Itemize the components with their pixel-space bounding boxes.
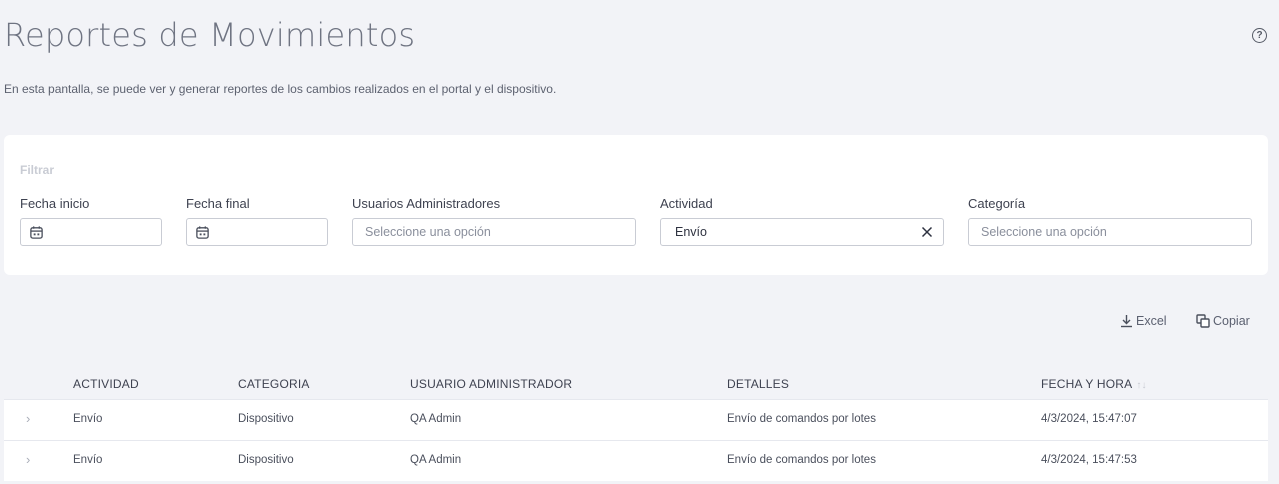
export-excel-button[interactable]: Excel	[1120, 314, 1167, 328]
start-date-input[interactable]	[20, 218, 162, 246]
column-header-details[interactable]: DETALLES	[727, 377, 789, 391]
admin-users-select[interactable]: Seleccione una opción	[352, 218, 636, 246]
copy-button[interactable]: Copiar	[1196, 314, 1250, 328]
copy-label: Copiar	[1213, 314, 1250, 328]
start-date-label: Fecha inicio	[20, 196, 90, 211]
calendar-icon	[196, 225, 209, 239]
download-icon	[1121, 315, 1132, 328]
cell-activity: Envío	[73, 413, 103, 425]
help-icon[interactable]: ?	[1252, 28, 1267, 43]
column-header-datetime-label: FECHA Y HORA	[1041, 377, 1133, 391]
page-description: En esta pantalla, se puede ver y generar…	[4, 82, 557, 96]
admin-users-label: Usuarios Administradores	[352, 196, 501, 211]
calendar-icon	[30, 225, 43, 239]
activity-label: Actividad	[660, 196, 713, 211]
cell-datetime: 4/3/2024, 15:47:53	[1041, 454, 1137, 466]
activity-field: Actividad Envío	[660, 196, 944, 246]
category-placeholder: Seleccione una opción	[981, 225, 1107, 239]
cell-details: Envío de comandos por lotes	[727, 413, 876, 425]
column-header-datetime[interactable]: FECHA Y HORA ↑↓	[1041, 377, 1147, 391]
sort-icon[interactable]: ↑↓	[1136, 380, 1146, 391]
cell-datetime: 4/3/2024, 15:47:07	[1041, 413, 1137, 425]
activity-value: Envío	[675, 225, 707, 239]
table-row[interactable]: › Envío Dispositivo QA Admin Envío de co…	[4, 399, 1268, 440]
end-date-field: Fecha final	[186, 196, 328, 246]
category-field: Categoría Seleccione una opción	[968, 196, 1252, 246]
cell-category: Dispositivo	[238, 413, 294, 425]
column-header-activity[interactable]: ACTIVIDAD	[73, 377, 139, 391]
start-date-field: Fecha inicio	[20, 196, 162, 246]
end-date-input[interactable]	[186, 218, 328, 246]
cell-details: Envío de comandos por lotes	[727, 454, 876, 466]
expand-row-icon[interactable]: ›	[26, 411, 30, 426]
cell-activity: Envío	[73, 454, 103, 466]
expand-row-icon[interactable]: ›	[26, 452, 30, 467]
filter-title: Filtrar	[20, 163, 55, 177]
category-label: Categoría	[968, 196, 1026, 211]
end-date-label: Fecha final	[186, 196, 250, 211]
admin-users-placeholder: Seleccione una opción	[365, 225, 491, 239]
table-header: ACTIVIDAD CATEGORIA USUARIO ADMINISTRADO…	[4, 370, 1268, 399]
cell-admin-user: QA Admin	[410, 454, 462, 466]
cell-admin-user: QA Admin	[410, 413, 462, 425]
excel-label: Excel	[1136, 314, 1167, 328]
close-icon[interactable]	[921, 226, 933, 238]
category-select[interactable]: Seleccione una opción	[968, 218, 1252, 246]
filter-panel: Filtrar Fecha inicio Fecha final Usuario…	[4, 135, 1268, 275]
column-header-category[interactable]: CATEGORIA	[238, 377, 310, 391]
admin-users-field: Usuarios Administradores Seleccione una …	[352, 196, 636, 246]
page-title: Reportes de Movimientos	[4, 16, 416, 54]
table-row[interactable]: › Envío Dispositivo QA Admin Envío de co…	[4, 440, 1268, 481]
cell-category: Dispositivo	[238, 454, 294, 466]
copy-icon	[1196, 314, 1210, 328]
activity-select[interactable]: Envío	[660, 218, 944, 246]
column-header-admin-user[interactable]: USUARIO ADMINISTRADOR	[410, 377, 572, 391]
